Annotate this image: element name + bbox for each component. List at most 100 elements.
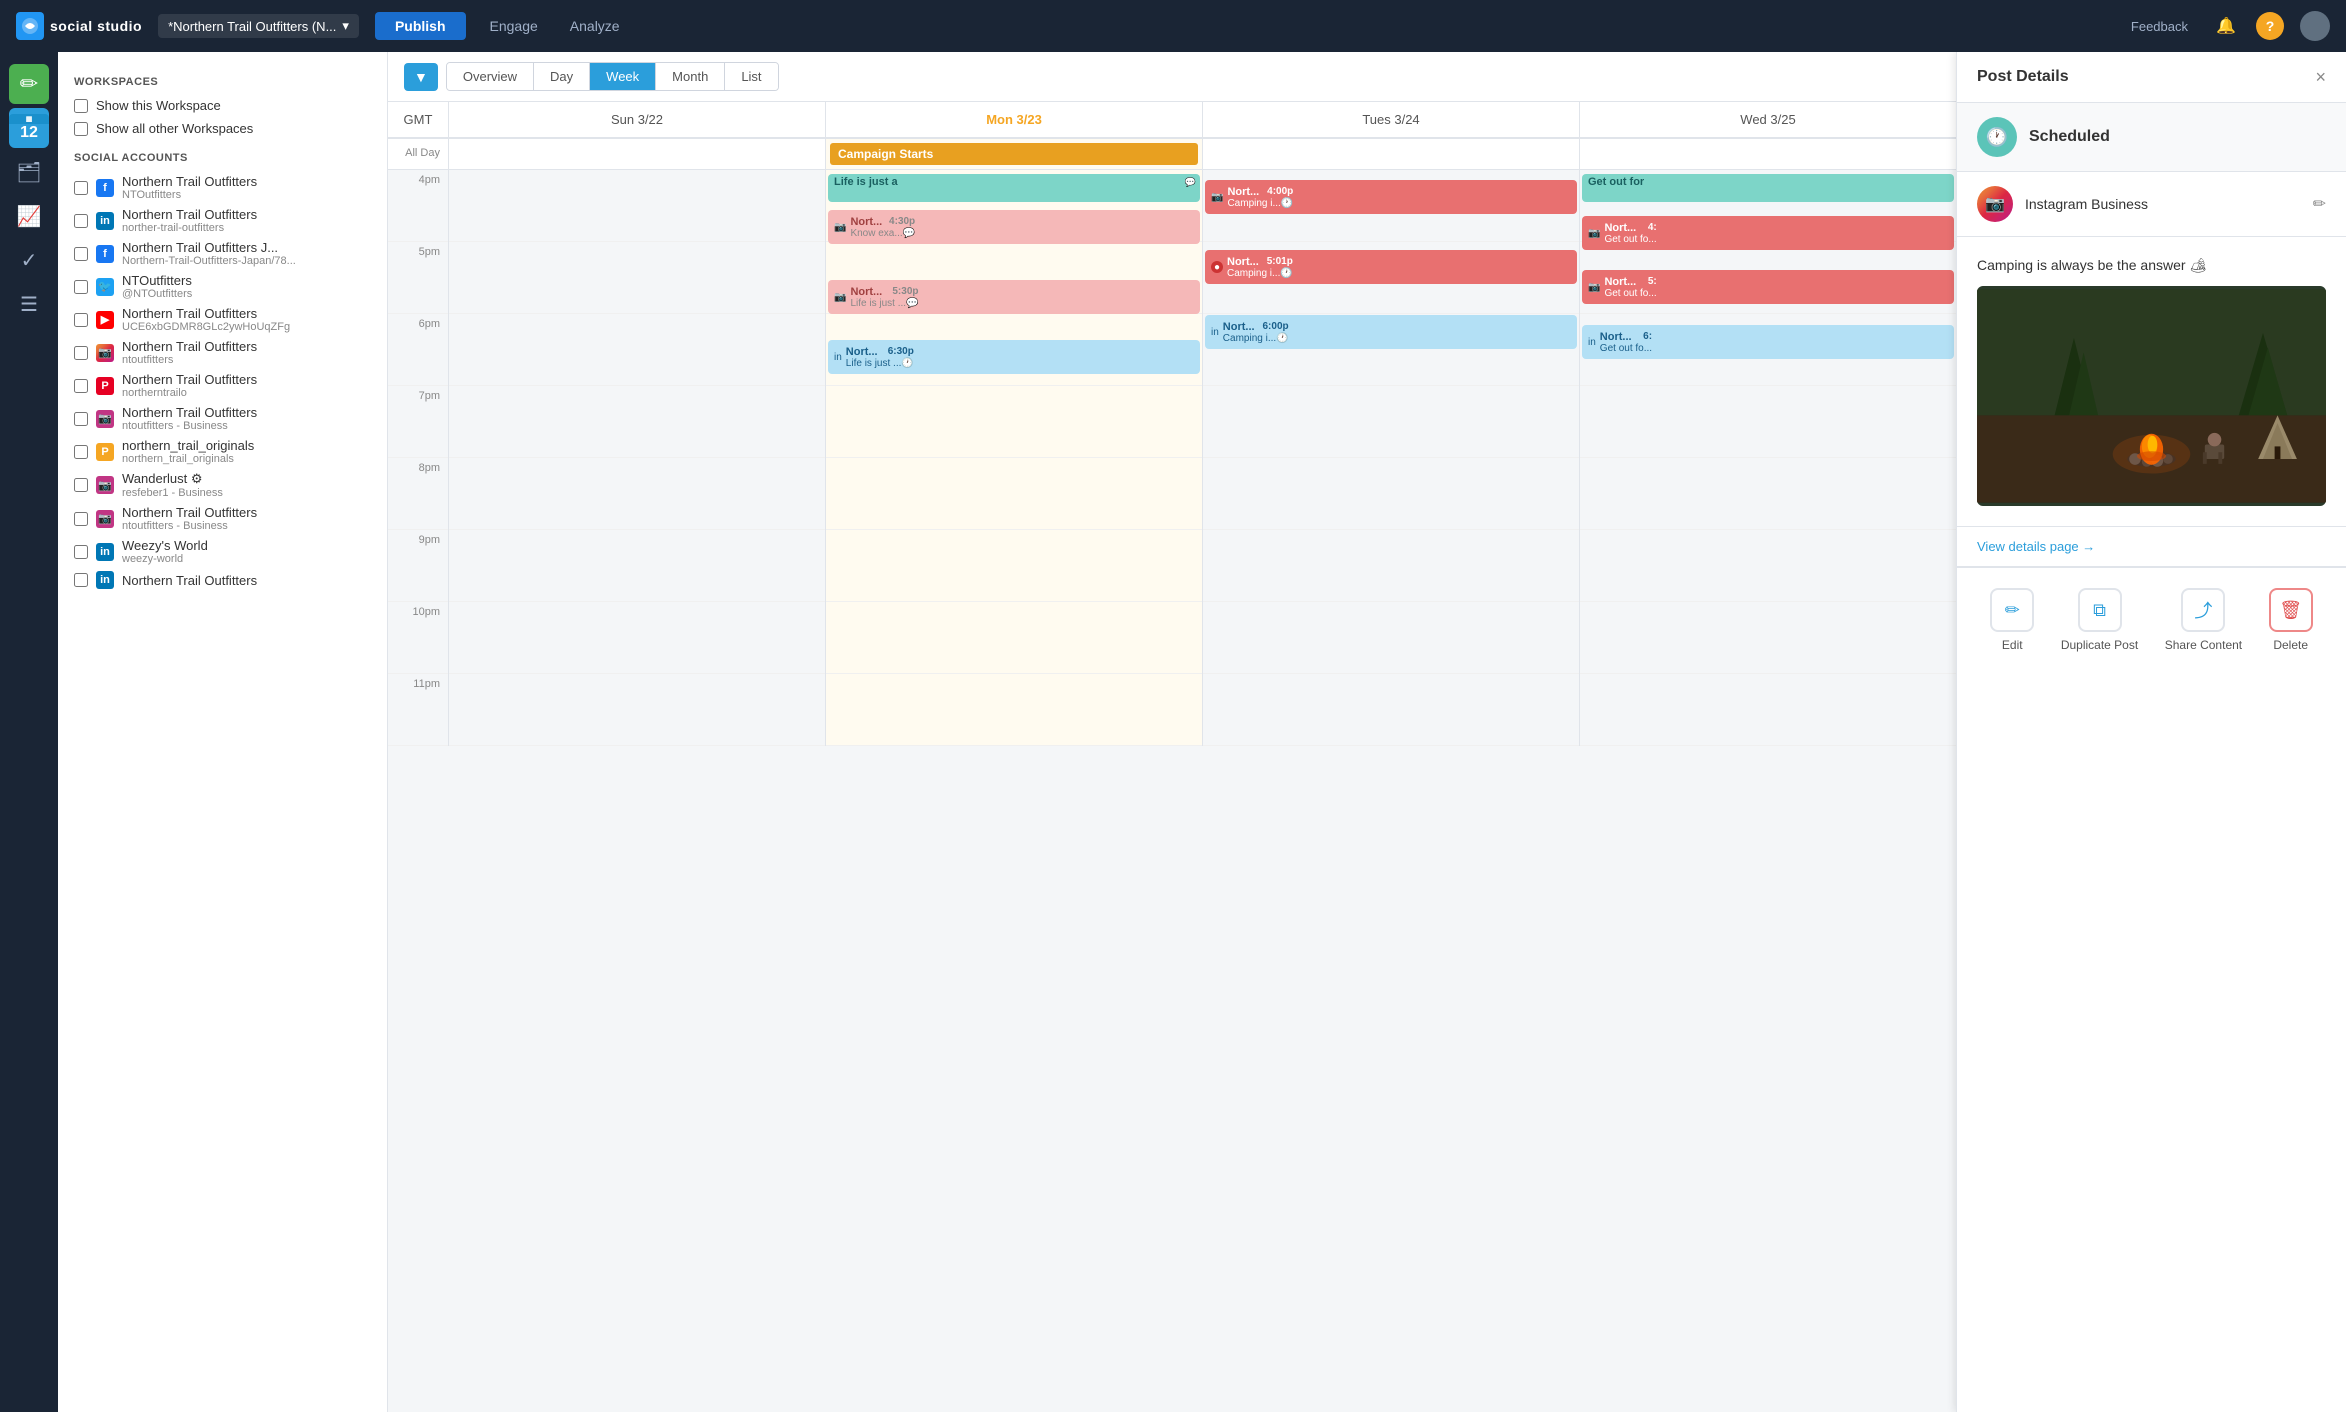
tab-week[interactable]: Week: [590, 63, 656, 90]
event-nort-400[interactable]: 📷 Nort... 4:00p Camping i... 🕐: [1205, 180, 1577, 214]
account-item-nt-ig-biz2[interactable]: 📷 Northern Trail Outfitters ntoutfitters…: [74, 505, 371, 532]
scheduled-icon: 🕐: [1977, 117, 2017, 157]
edit-button[interactable]: ✏ Edit: [1990, 588, 2034, 654]
account-cb-ig-biz[interactable]: [74, 412, 88, 426]
post-details-title: Post Details: [1977, 68, 2069, 86]
filter-button[interactable]: ▼: [404, 63, 438, 91]
account-item-nt-li2[interactable]: in Northern Trail Outfitters: [74, 571, 371, 589]
account-cb-nt-fbj[interactable]: [74, 247, 88, 261]
tab-overview[interactable]: Overview: [447, 63, 534, 90]
account-item-ntoutfitters-tw[interactable]: 🐦 NTOutfitters @NTOutfitters: [74, 273, 371, 300]
analytics-icon-btn[interactable]: 📈: [9, 196, 49, 236]
account-cb-tw[interactable]: [74, 280, 88, 294]
ig-icon-1: 📷: [96, 344, 114, 362]
mon-9pm: [826, 530, 1202, 602]
notifications-icon[interactable]: 🔔: [2212, 12, 2240, 40]
analyze-link[interactable]: Analyze: [562, 14, 628, 38]
post-image: [1977, 286, 2326, 506]
account-item-weezy[interactable]: in Weezy's World weezy-world: [74, 538, 371, 565]
tab-month[interactable]: Month: [656, 63, 725, 90]
inbox-icon-btn[interactable]: ☰: [9, 284, 49, 324]
day-sunday: [448, 170, 825, 746]
account-cb-weezy[interactable]: [74, 545, 88, 559]
account-edit-icon[interactable]: ✏: [2313, 194, 2326, 214]
account-cb-nt-fb[interactable]: [74, 181, 88, 195]
pi-icon: P: [96, 377, 114, 395]
event-nort-501[interactable]: ● Nort... 5:01p Camping i... 🕐: [1205, 250, 1577, 284]
delete-icon: 🗑: [2269, 588, 2313, 632]
user-avatar[interactable]: [2300, 11, 2330, 41]
event-nort-600[interactable]: in Nort... 6:00p Camping i... 🕐: [1205, 315, 1577, 349]
view-details-link[interactable]: View details page →: [1957, 527, 2346, 567]
day-wednesday: Get out for 📷 Nort... 4: Get out fo... 📷…: [1579, 170, 1956, 746]
publish-button[interactable]: Publish: [375, 12, 466, 40]
account-cb-nt-li[interactable]: [74, 214, 88, 228]
header-sun: Sun 3/22: [448, 102, 825, 137]
calendar-icon-btn[interactable]: ▦ 12: [9, 108, 49, 148]
account-cb-orig[interactable]: [74, 445, 88, 459]
account-cb-wander[interactable]: [74, 478, 88, 492]
header-gmt: GMT: [388, 102, 448, 137]
sun-8pm: [449, 458, 825, 530]
post-actions: ✏ Edit ⧉ Duplicate Post ⤴ Share Content …: [1957, 567, 2346, 674]
workspace-selector[interactable]: *Northern Trail Outfitters (N... ▾: [158, 14, 359, 38]
tab-day[interactable]: Day: [534, 63, 590, 90]
approve-icon-btn[interactable]: ✓: [9, 240, 49, 280]
edit-icon: ✏: [1990, 588, 2034, 632]
share-content-button[interactable]: ⤴ Share Content: [2165, 588, 2242, 654]
tab-list[interactable]: List: [725, 63, 777, 90]
tue-8pm: [1203, 458, 1579, 530]
account-ig-icon: 📷: [1977, 186, 2013, 222]
brand-logo: social studio: [16, 12, 142, 40]
account-cb-nt-li2[interactable]: [74, 573, 88, 587]
event-life-just[interactable]: Life is just a 💬: [828, 174, 1200, 202]
tue-10pm: [1203, 602, 1579, 674]
event-get-out[interactable]: Get out for: [1582, 174, 1954, 202]
post-details-close[interactable]: ×: [2315, 68, 2326, 86]
event-nort-530[interactable]: 📷 Nort... 5:30p Life is just ... 💬: [828, 280, 1200, 314]
account-item-nt-pi[interactable]: P Northern Trail Outfitters northerntrai…: [74, 372, 371, 399]
campaign-bar[interactable]: Campaign Starts: [830, 143, 1198, 165]
engage-link[interactable]: Engage: [482, 14, 546, 38]
account-item-nt-ig[interactable]: 📷 Northern Trail Outfitters ntoutfitters: [74, 339, 371, 366]
duplicate-button[interactable]: ⧉ Duplicate Post: [2061, 588, 2138, 654]
event-wed-nort-5[interactable]: 📷 Nort... 5: Get out fo...: [1582, 270, 1954, 304]
account-item-nt-ig-biz[interactable]: 📷 Northern Trail Outfitters ntoutfitters…: [74, 405, 371, 432]
workspace-check-1[interactable]: Show this Workspace: [74, 98, 371, 113]
workspace-checkbox-2[interactable]: [74, 122, 88, 136]
allday-wed: [1579, 139, 1956, 169]
sun-11pm: [449, 674, 825, 746]
workspace-check-2[interactable]: Show all other Workspaces: [74, 121, 371, 136]
compose-icon-btn[interactable]: ✏: [9, 64, 49, 104]
share-label: Share Content: [2165, 638, 2242, 654]
account-cb-pi[interactable]: [74, 379, 88, 393]
event-wed-nort-6[interactable]: in Nort... 6: Get out fo...: [1582, 325, 1954, 359]
account-item-nt-fb[interactable]: f Northern Trail Outfitters NTOutfitters: [74, 174, 371, 201]
workspace-checkbox-1[interactable]: [74, 99, 88, 113]
account-item-nt-fbj[interactable]: f Northern Trail Outfitters J... Norther…: [74, 240, 371, 267]
account-cb-yt[interactable]: [74, 313, 88, 327]
account-cb-ig[interactable]: [74, 346, 88, 360]
wed-9pm: [1580, 530, 1956, 602]
event-nort-630[interactable]: in Nort... 6:30p Life is just ... 🕐: [828, 340, 1200, 374]
event-nort-430[interactable]: 📷 Nort... 4:30p Know exa... 💬: [828, 210, 1200, 244]
duplicate-icon: ⧉: [2078, 588, 2122, 632]
mon-7pm: [826, 386, 1202, 458]
account-item-orig[interactable]: P northern_trail_originals northern_trai…: [74, 438, 371, 465]
timeslot-4pm: 4pm: [388, 170, 448, 242]
calendar-toolbar: ▼ Overview Day Week Month List: [388, 52, 1956, 102]
calendar-header: GMT Sun 3/22 Mon 3/23 Tues 3/24 Wed 3/25: [388, 102, 1956, 139]
delete-button[interactable]: 🗑 Delete: [2269, 588, 2313, 654]
timeslot-11pm: 11pm: [388, 674, 448, 746]
help-icon[interactable]: ?: [2256, 12, 2284, 40]
feedback-button[interactable]: Feedback: [2123, 15, 2196, 38]
folder-icon-btn[interactable]: 🗂: [9, 152, 49, 192]
sidebar: WORKSPACES Show this Workspace Show all …: [58, 52, 388, 1412]
account-item-nt-yt[interactable]: ▶ Northern Trail Outfitters UCE6xbGDMR8G…: [74, 306, 371, 333]
account-cb-ig-biz2[interactable]: [74, 512, 88, 526]
account-item-nt-li[interactable]: in Northern Trail Outfitters norther-tra…: [74, 207, 371, 234]
account-item-wanderlust[interactable]: 📷 Wanderlust ⚙ resfeber1 - Business: [74, 471, 371, 499]
timeslot-7pm: 7pm: [388, 386, 448, 458]
event-wed-nort-4[interactable]: 📷 Nort... 4: Get out fo...: [1582, 216, 1954, 250]
post-content: Camping is always be the answer 🏕: [1957, 237, 2346, 527]
